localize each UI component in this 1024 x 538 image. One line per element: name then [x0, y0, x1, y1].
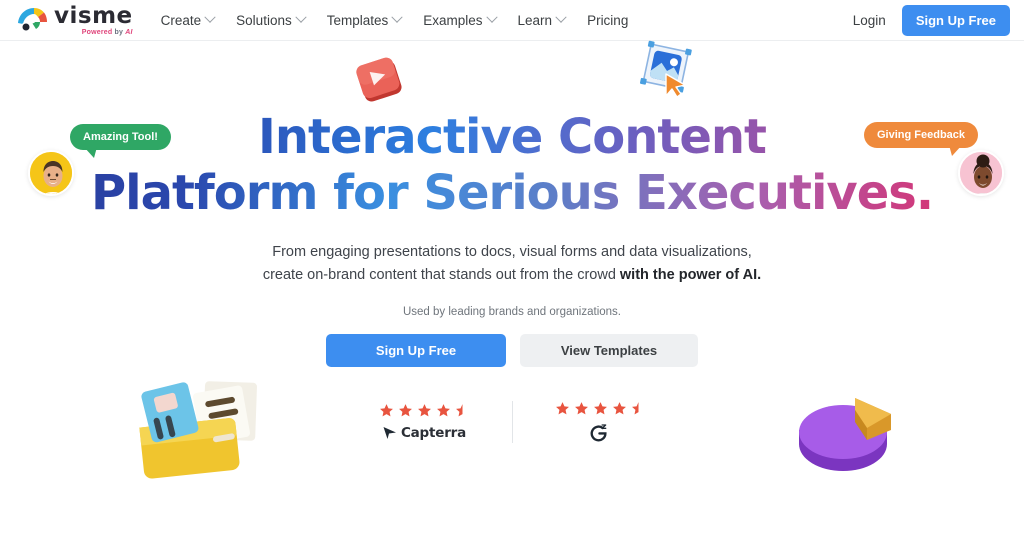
nav-label: Create	[160, 12, 202, 28]
hero-cta-row: Sign Up Free View Templates	[0, 333, 1024, 367]
visme-logo[interactable]: visme Powered by AI	[16, 2, 133, 36]
site-header: visme Powered by AI Create Solutions Tem…	[0, 0, 1024, 41]
logo-tagline: Powered by AI	[81, 28, 133, 36]
star-icon	[417, 403, 431, 417]
chevron-down-icon	[391, 11, 403, 23]
star-rating-g2	[555, 401, 646, 416]
nav-label: Templates	[326, 12, 389, 28]
star-icon	[398, 403, 412, 417]
ratings-row: Capterra	[0, 400, 1024, 443]
star-icon	[436, 403, 450, 417]
hero-headline-line-1: Interactive Content	[0, 112, 1024, 163]
chevron-down-icon	[485, 11, 498, 23]
hero-subtitle-line-2: create on-brand content that stands out …	[0, 264, 1024, 287]
landing-page: visme Powered by AI Create Solutions Tem…	[0, 0, 1024, 538]
nav-item-examples[interactable]: Examples	[423, 11, 498, 28]
nav-label: Solutions	[236, 12, 292, 28]
capterra-brand: Capterra	[382, 425, 466, 441]
signup-free-button-hero[interactable]: Sign Up Free	[326, 333, 506, 367]
rating-capterra[interactable]: Capterra	[337, 403, 512, 441]
nav-item-pricing[interactable]: Pricing	[587, 13, 628, 28]
capterra-arrow-icon	[383, 427, 396, 440]
login-link[interactable]: Login	[853, 13, 886, 28]
nav-item-learn[interactable]: Learn	[517, 11, 567, 28]
star-icon	[379, 403, 393, 417]
hero-subtitle: From engaging presentations to docs, vis…	[0, 241, 1024, 288]
nav-item-create[interactable]: Create	[160, 11, 216, 28]
signup-free-button-header[interactable]: Sign Up Free	[901, 4, 1010, 36]
hero-subtitle-line-2-bold: with the power of AI.	[619, 267, 762, 284]
star-half-icon	[631, 401, 638, 415]
g2-logo-icon	[590, 424, 607, 442]
star-half-icon	[455, 403, 462, 417]
star-icon	[612, 401, 626, 415]
star-icon	[555, 401, 569, 415]
visme-fan-logo-icon	[18, 8, 47, 32]
chevron-down-icon	[555, 11, 567, 23]
nav-label: Pricing	[587, 12, 629, 28]
used-by-text: Used by leading brands and organizations…	[402, 305, 621, 318]
rating-g2[interactable]	[511, 400, 688, 443]
star-rating-capterra	[379, 403, 470, 418]
capterra-label: Capterra	[400, 424, 467, 441]
nav-label: Learn	[517, 12, 553, 28]
nav-label: Examples	[423, 12, 483, 28]
hero-subtitle-line-1: From engaging presentations to docs, vis…	[272, 243, 752, 260]
star-icon	[593, 401, 607, 415]
hero-headline-line-2: Platform for Serious Executives.	[0, 168, 1024, 219]
hero-subtitle-line-2-normal: create on-brand content that stands out …	[262, 267, 620, 284]
view-templates-button[interactable]: View Templates	[520, 333, 698, 367]
nav-item-solutions[interactable]: Solutions	[236, 11, 307, 28]
g2-brand	[589, 423, 612, 443]
star-icon	[574, 401, 588, 415]
chevron-down-icon	[295, 11, 307, 23]
header-actions: Login Sign Up Free	[853, 4, 1010, 36]
logo-wordmark: visme	[54, 2, 133, 29]
chevron-down-icon	[204, 11, 216, 23]
hero-section: Interactive Content Platform for Serious…	[0, 41, 1024, 443]
nav-item-templates[interactable]: Templates	[326, 11, 403, 28]
main-navigation: Create Solutions Templates Examples Lear…	[160, 11, 628, 28]
